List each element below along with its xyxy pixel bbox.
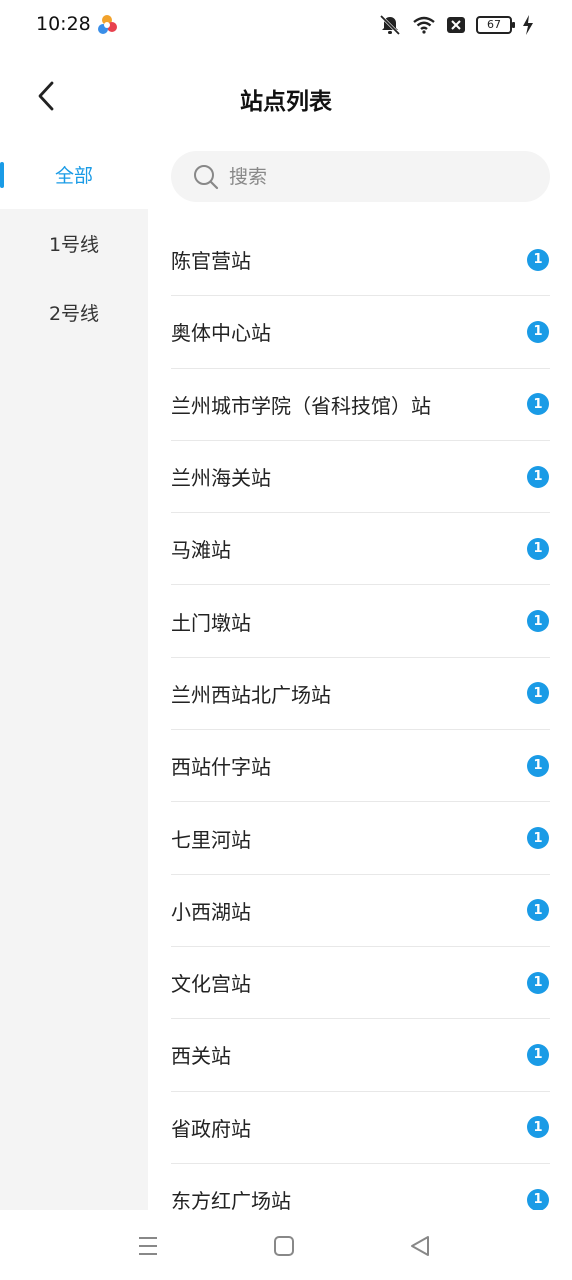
station-count-badge: 1 (527, 754, 549, 777)
station-row[interactable]: 小西湖站 1 (171, 875, 550, 947)
menu-button[interactable] (136, 1234, 160, 1258)
station-name: 省政府站 (171, 1116, 251, 1141)
station-name: 小西湖站 (171, 899, 251, 924)
station-count-badge: 1 (527, 827, 549, 850)
app-logo-icon (98, 15, 117, 34)
station-row[interactable]: 陈官营站 1 (171, 224, 550, 297)
station-list: 陈官营站 1 奥体中心站 1 兰州城市学院（省科技馆）站 1 兰州海关站 1 马… (171, 224, 550, 1210)
station-name: 兰州海关站 (171, 466, 271, 491)
station-name: 兰州西站北广场站 (171, 682, 331, 707)
station-count-badge: 1 (527, 899, 549, 922)
station-count-badge: 1 (527, 465, 549, 488)
search-icon (194, 164, 219, 189)
station-count-badge: 1 (527, 1116, 549, 1139)
station-count-badge: 1 (527, 682, 549, 705)
station-row[interactable]: 西关站 1 (171, 1019, 550, 1092)
back-nav-button[interactable] (408, 1234, 432, 1258)
home-icon (274, 1236, 294, 1256)
search-input[interactable] (229, 165, 529, 188)
back-triangle-icon (411, 1236, 429, 1256)
station-count-badge: 1 (527, 320, 549, 343)
page-title: 站点列表 (240, 89, 332, 115)
search-box[interactable] (171, 151, 550, 202)
station-name: 陈官营站 (171, 249, 251, 274)
battery-icon: 67 (476, 16, 515, 34)
wifi-icon (413, 16, 435, 34)
station-row[interactable]: 西站什字站 1 (171, 730, 550, 803)
station-count-badge: 1 (527, 1188, 549, 1210)
station-name: 土门墩站 (171, 610, 251, 635)
station-name: 马滩站 (171, 538, 231, 563)
station-name: 西站什字站 (171, 755, 271, 780)
station-row[interactable]: 兰州西站北广场站 1 (171, 658, 550, 731)
station-count-badge: 1 (527, 971, 549, 994)
sidebar-item-label: 1号线 (48, 234, 100, 256)
sidebar-item-label: 全部 (54, 165, 93, 187)
station-row[interactable]: 马滩站 1 (171, 513, 550, 586)
station-row[interactable]: 奥体中心站 1 (171, 296, 550, 369)
station-count-badge: 1 (527, 393, 549, 416)
menu-icon (139, 1237, 157, 1255)
home-button[interactable] (272, 1234, 296, 1258)
station-count-badge: 1 (527, 1043, 549, 1066)
station-name: 兰州城市学院（省科技馆）站 (171, 393, 431, 418)
station-row[interactable]: 兰州城市学院（省科技馆）站 1 (171, 369, 550, 441)
mute-icon (379, 14, 401, 36)
sidebar-item-label: 2号线 (48, 303, 100, 325)
station-row[interactable]: 七里河站 1 (171, 802, 550, 875)
sidebar-item-line-1[interactable]: 1号线 (0, 209, 148, 278)
station-name: 东方红广场站 (171, 1189, 291, 1210)
station-name: 奥体中心站 (171, 321, 271, 346)
station-row[interactable]: 东方红广场站 1 (171, 1164, 550, 1210)
station-name: 文化宫站 (171, 972, 251, 997)
station-row[interactable]: 兰州海关站 1 (171, 441, 550, 514)
station-row[interactable]: 省政府站 1 (171, 1092, 550, 1164)
sidebar: 全部 1号线 2号线 (0, 140, 148, 1210)
system-nav-bar (0, 1210, 572, 1280)
status-time: 10:28 (36, 13, 91, 35)
station-row[interactable]: 文化宫站 1 (171, 947, 550, 1020)
station-name: 七里河站 (171, 827, 251, 852)
station-row[interactable]: 土门墩站 1 (171, 585, 550, 658)
status-icons: 67 (378, 12, 534, 38)
station-count-badge: 1 (527, 610, 549, 633)
status-bar: 10:28 67 (0, 0, 572, 52)
sidebar-item-all[interactable]: 全部 (0, 140, 148, 209)
sidebar-item-line-2[interactable]: 2号线 (0, 278, 148, 347)
station-count-badge: 1 (527, 537, 549, 560)
charging-icon (523, 15, 533, 35)
station-count-badge: 1 (527, 248, 549, 271)
sim-off-icon (447, 17, 465, 33)
station-name: 西关站 (171, 1044, 231, 1069)
header: 站点列表 (0, 60, 572, 132)
